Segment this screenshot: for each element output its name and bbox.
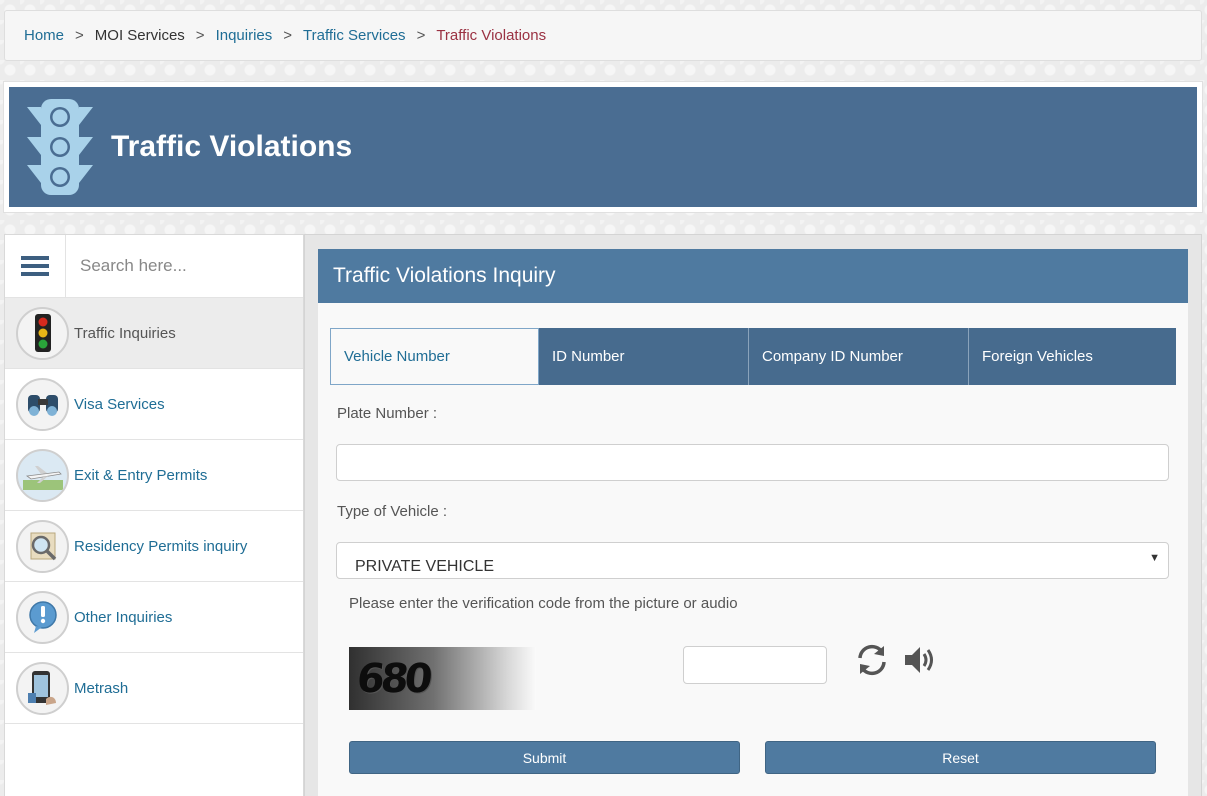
- refresh-icon: [858, 644, 886, 676]
- inquiry-panel: Traffic Violations Inquiry Vehicle Numbe…: [318, 249, 1188, 796]
- magnifier-document-icon: [16, 519, 69, 573]
- verification-instruction: Please enter the verification code from …: [349, 595, 738, 612]
- breadcrumb-traffic-services[interactable]: Traffic Services: [303, 27, 406, 44]
- captcha-input[interactable]: [683, 646, 827, 684]
- captcha-code: 680: [354, 655, 431, 702]
- sidebar-item-label: Other Inquiries: [74, 608, 173, 626]
- plate-number-input[interactable]: [336, 444, 1169, 481]
- tab-foreign-vehicles[interactable]: Foreign Vehicles: [969, 328, 1176, 385]
- vehicle-type-select[interactable]: PRIVATE VEHICLE ▼: [336, 542, 1169, 579]
- refresh-captcha-button[interactable]: [855, 643, 889, 677]
- breadcrumb-moi-services: MOI Services: [94, 27, 185, 44]
- breadcrumb-current: Traffic Violations: [436, 27, 547, 44]
- breadcrumb-separator: >: [195, 27, 205, 44]
- hamburger-icon: [21, 256, 49, 276]
- sidebar-item-other-inquiries[interactable]: Other Inquiries: [5, 582, 303, 653]
- captcha-image: 680: [349, 647, 536, 710]
- banner: Traffic Violations: [9, 87, 1197, 207]
- sidebar-item-traffic-inquiries[interactable]: Traffic Inquiries: [5, 298, 303, 369]
- chevron-down-icon: ▼: [1149, 552, 1160, 564]
- tab-company-id-number[interactable]: Company ID Number: [749, 328, 969, 385]
- breadcrumb-separator: >: [283, 27, 293, 44]
- sidebar-item-exit-entry-permits[interactable]: Exit & Entry Permits: [5, 440, 303, 511]
- sidebar-item-visa-services[interactable]: Visa Services: [5, 369, 303, 440]
- sidebar-item-label: Exit & Entry Permits: [74, 466, 208, 484]
- speaker-icon: [905, 647, 933, 673]
- sidebar-item-residency-permits[interactable]: Residency Permits inquiry: [5, 511, 303, 582]
- tab-id-number[interactable]: ID Number: [539, 328, 749, 385]
- breadcrumb-separator: >: [75, 27, 84, 44]
- sidebar-search-input[interactable]: [66, 235, 303, 297]
- sidebar-item-label: Metrash: [74, 679, 129, 697]
- inquiry-tabs: Vehicle Number ID Number Company ID Numb…: [330, 328, 1176, 385]
- vehicle-type-label: Type of Vehicle :: [337, 503, 448, 520]
- sidebar-item-label: Residency Permits inquiry: [74, 537, 248, 555]
- sidebar-item-metrash[interactable]: Metrash: [5, 653, 303, 724]
- tab-vehicle-number[interactable]: Vehicle Number: [330, 328, 539, 385]
- sidebar-search-bar: [5, 235, 303, 298]
- menu-toggle-button[interactable]: [5, 235, 66, 297]
- reset-button[interactable]: Reset: [765, 741, 1156, 774]
- sidebar-item-label: Traffic Inquiries: [74, 324, 176, 342]
- exclamation-icon: [16, 590, 69, 644]
- breadcrumb-inquiries[interactable]: Inquiries: [216, 27, 273, 44]
- panel-title: Traffic Violations Inquiry: [318, 249, 1188, 303]
- traffic-light-icon: [16, 306, 69, 360]
- sidebar: Traffic Inquiries Visa Services Exit & E…: [4, 234, 304, 796]
- audio-captcha-button[interactable]: [903, 644, 937, 676]
- airplane-icon: [16, 448, 69, 502]
- phone-icon: [16, 661, 69, 715]
- plate-number-label: Plate Number :: [337, 405, 438, 422]
- banner-frame: Traffic Violations: [3, 81, 1203, 213]
- sidebar-item-label: Visa Services: [74, 395, 165, 413]
- breadcrumb: Home > MOI Services > Inquiries > Traffi…: [4, 10, 1202, 61]
- submit-button[interactable]: Submit: [349, 741, 740, 774]
- breadcrumb-separator: >: [416, 27, 426, 44]
- binoculars-icon: [16, 377, 69, 431]
- page-title: Traffic Violations: [111, 130, 353, 163]
- breadcrumb-home[interactable]: Home: [24, 27, 64, 44]
- traffic-light-icon: [27, 99, 93, 195]
- vehicle-type-selected-value: PRIVATE VEHICLE: [355, 558, 494, 575]
